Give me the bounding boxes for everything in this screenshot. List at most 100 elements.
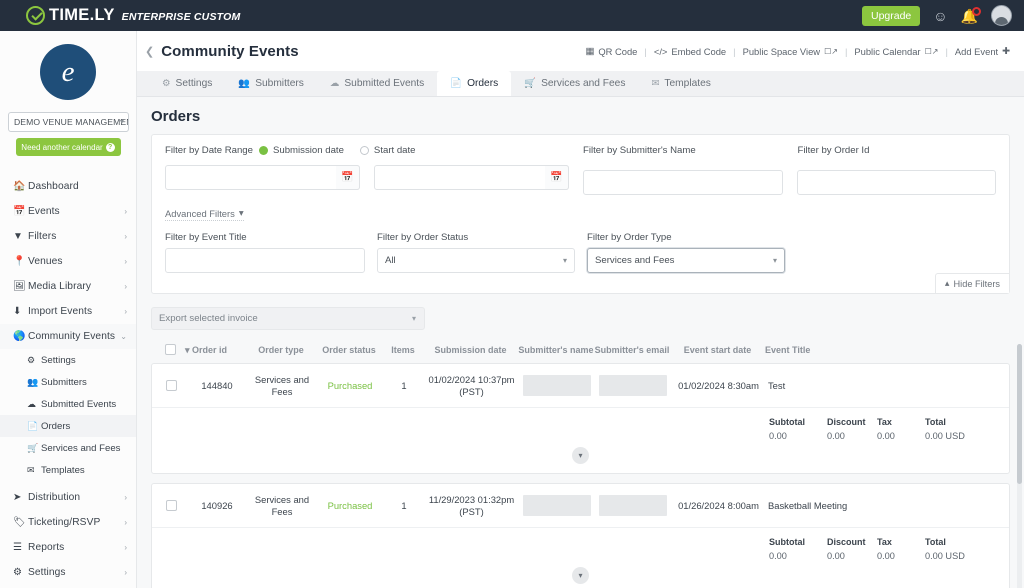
user-avatar[interactable]: [991, 5, 1012, 26]
sidebar-nav: 🏠 Dashboard 📅 Events › ▼ Filters › 📍 Ven…: [0, 174, 136, 588]
order-status-select[interactable]: All ▾: [377, 248, 575, 273]
public-space-view-action[interactable]: Public Space View ☐↗: [743, 46, 838, 57]
expand-order-button[interactable]: ▾: [572, 567, 589, 585]
submitter-name-input[interactable]: [583, 170, 784, 195]
envelope-icon: ✉︎: [27, 464, 35, 475]
table-row[interactable]: 144840 Services and Fees Purchased 1 01/…: [152, 364, 1009, 409]
sidebar-item-import-events[interactable]: ⬇︎ Import Events ›: [0, 299, 136, 324]
column-header-submission-date[interactable]: Submission date: [423, 342, 518, 356]
column-header-submitter-email[interactable]: Submitter's email: [594, 342, 670, 356]
plus-icon: ✚: [1002, 45, 1010, 56]
row-checkbox[interactable]: [165, 380, 177, 392]
public-calendar-action[interactable]: Public Calendar ☐↗: [854, 46, 938, 57]
date-to-wrapper: 📅: [374, 165, 569, 190]
calendar-picker-icon[interactable]: 📅: [545, 165, 569, 190]
redacted-value: [599, 495, 667, 517]
map-pin-icon: 📍: [13, 256, 26, 267]
ticket-icon: 🏷︎: [13, 517, 26, 528]
sidebar-item-dashboard[interactable]: 🏠 Dashboard: [0, 174, 136, 199]
vertical-scrollbar[interactable]: [1017, 344, 1022, 588]
add-event-action[interactable]: Add Event ✚: [955, 45, 1010, 57]
column-header-event-title[interactable]: Event Title: [765, 342, 915, 356]
tab-submitted-events[interactable]: ☁︎ Submitted Events: [317, 71, 437, 96]
chevron-right-icon: ›: [124, 307, 127, 316]
date-to-input[interactable]: [374, 165, 569, 190]
column-header-items[interactable]: Items: [383, 342, 423, 356]
sidebar-subitem-services-and-fees[interactable]: 🛒 Services and Fees: [0, 437, 136, 459]
row-checkbox[interactable]: [165, 500, 177, 512]
sidebar-item-events[interactable]: 📅 Events ›: [0, 199, 136, 224]
order-id-input[interactable]: [797, 170, 996, 195]
radio-selected-icon: [258, 146, 268, 155]
tab-orders[interactable]: 📄 Orders: [437, 71, 512, 96]
column-header-order-id[interactable]: ▾ Order id: [185, 342, 247, 356]
export-invoice-select[interactable]: Export selected invoice ▾: [151, 307, 425, 330]
totals-discount: Discount 0.00: [827, 537, 877, 561]
tab-settings[interactable]: ⚙︎ Settings: [149, 71, 225, 96]
sidebar-item-settings[interactable]: ⚙︎ Settings ›: [0, 560, 136, 585]
sidebar-item-media-library[interactable]: 🖼︎ Media Library ›: [0, 274, 136, 299]
need-another-calendar-button[interactable]: Need another calendar ?: [15, 138, 121, 156]
radio-start-date-label: Start date: [373, 145, 416, 156]
column-header-submitter-name[interactable]: Submitter's name: [518, 342, 594, 356]
chevron-down-icon: ▾: [238, 207, 244, 218]
cart-icon: 🛒: [524, 78, 537, 89]
tab-templates[interactable]: ✉︎ Templates: [638, 71, 723, 96]
radio-start-date[interactable]: Start date: [359, 145, 416, 156]
event-title-input[interactable]: [165, 248, 365, 273]
sidebar-subitem-templates[interactable]: ✉︎ Templates: [0, 459, 136, 481]
sidebar-item-label: Import Events: [28, 306, 93, 317]
calendar-selector[interactable]: DEMO VENUE MANAGEMENT ▾: [8, 112, 129, 132]
advanced-filters-toggle[interactable]: Advanced Filters ▾: [165, 207, 244, 221]
sidebar-item-distribution[interactable]: ➤ Distribution ›: [0, 485, 136, 510]
upgrade-button[interactable]: Upgrade: [861, 5, 921, 26]
tab-submitters[interactable]: 👥 Submitters: [225, 71, 317, 96]
radio-unselected-icon: [359, 146, 369, 155]
cell-items: 1: [401, 499, 407, 511]
cloud-icon: ☁︎: [329, 78, 340, 89]
sidebar-item-venues[interactable]: 📍 Venues ›: [0, 249, 136, 274]
sidebar-subitem-submitters[interactable]: 👥 Submitters: [0, 371, 136, 393]
cell-submitter-name: [519, 495, 595, 517]
sidebar-subitem-settings[interactable]: ⚙︎ Settings: [0, 349, 136, 371]
date-from-input[interactable]: [165, 165, 360, 190]
select-all-checkbox[interactable]: [164, 343, 176, 355]
sidebar-subitem-submitted-events[interactable]: ☁︎ Submitted Events: [0, 393, 136, 415]
sort-chevron-icon: ▾: [185, 345, 190, 355]
sidebar-item-ticketing-rsvp[interactable]: 🏷︎ Ticketing/RSVP ›: [0, 510, 136, 535]
discount-value: 0.00: [827, 431, 845, 442]
expand-order-button[interactable]: ▾: [572, 447, 589, 465]
embed-code-action[interactable]: </> Embed Code: [654, 46, 726, 57]
table-row[interactable]: 140926 Services and Fees Purchased 1 11/…: [152, 484, 1009, 529]
subtotal-value: 0.00: [769, 431, 787, 442]
qr-icon: ▦: [585, 45, 595, 56]
column-header-event-start-date[interactable]: Event start date: [670, 342, 765, 356]
sidebar: e DEMO VENUE MANAGEMENT ▾ Need another c…: [0, 31, 137, 588]
calendar-picker-icon[interactable]: 📅: [336, 165, 360, 190]
sidebar-subitem-orders[interactable]: 📄 Orders: [0, 415, 136, 437]
code-icon: </>: [653, 45, 668, 57]
chevron-left-icon[interactable]: ❮: [145, 45, 154, 58]
public-space-view-label: Public Space View: [742, 45, 821, 57]
totals-subtotal: Subtotal 0.00: [769, 417, 827, 441]
brand-logo[interactable]: TIME.LY ENTERPRISE CUSTOM: [26, 6, 240, 25]
column-header-order-status[interactable]: Order status: [315, 342, 383, 356]
envelope-icon: ✉︎: [651, 78, 660, 89]
order-type-select[interactable]: Services and Fees ▾: [587, 248, 785, 273]
subtotal-label: Subtotal: [769, 417, 805, 428]
select-all-checkbox-cell: [155, 342, 185, 356]
sidebar-item-reports[interactable]: ☰ Reports ›: [0, 535, 136, 560]
sidebar-item-community-events[interactable]: 🌎 Community Events ⌄: [0, 324, 136, 349]
tab-services-and-fees[interactable]: 🛒 Services and Fees: [511, 71, 638, 96]
qr-code-action[interactable]: ▦ QR Code: [585, 45, 637, 57]
bell-icon[interactable]: 🔔: [961, 6, 981, 23]
scrollbar-thumb[interactable]: [1017, 344, 1022, 484]
hide-filters-button[interactable]: ▴ Hide Filters: [934, 273, 1009, 293]
radio-submission-date[interactable]: Submission date: [258, 145, 344, 156]
headset-icon[interactable]: ☺︎: [933, 9, 947, 23]
people-icon: 👥: [238, 78, 251, 89]
column-header-order-type[interactable]: Order type: [247, 342, 315, 356]
tax-label: Tax: [877, 537, 892, 548]
totals-total: Total 0.00 USD: [925, 537, 995, 561]
sidebar-item-filters[interactable]: ▼ Filters ›: [0, 224, 136, 249]
